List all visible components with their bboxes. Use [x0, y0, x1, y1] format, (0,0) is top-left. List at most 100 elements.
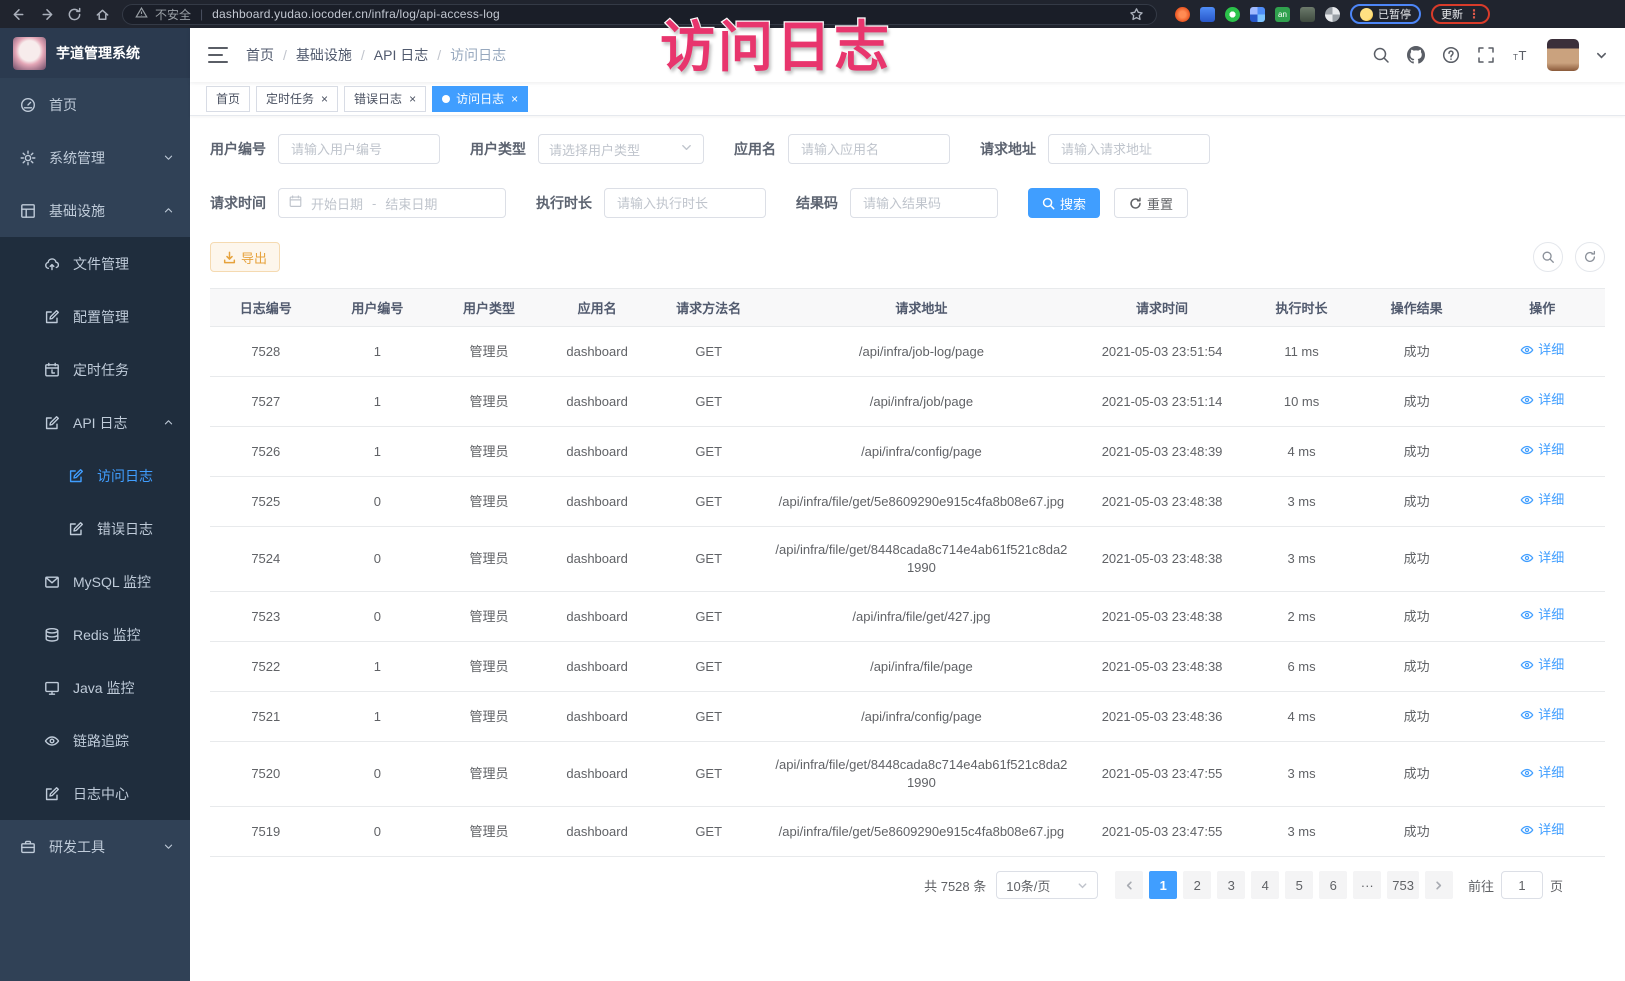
sidebar-item-链路追踪[interactable]: 链路追踪: [0, 714, 190, 767]
filter-label: 应用名: [734, 139, 776, 159]
sidebar-item-Java 监控[interactable]: Java 监控: [0, 661, 190, 714]
cell-user_type: 管理员: [433, 642, 545, 692]
profile-paused-badge[interactable]: 已暂停: [1350, 4, 1421, 24]
sidebar-item-访问日志[interactable]: 访问日志: [0, 449, 190, 502]
sidebar-item-MySQL 监控[interactable]: MySQL 监控: [0, 555, 190, 608]
sidebar-item-首页[interactable]: 首页: [0, 78, 190, 131]
detail-link[interactable]: 详细: [1520, 764, 1564, 782]
prev-page-button[interactable]: [1115, 871, 1143, 899]
sidebar-item-文件管理[interactable]: 文件管理: [0, 237, 190, 290]
hamburger-icon[interactable]: [208, 47, 228, 63]
page-size-select[interactable]: 10条/页: [996, 871, 1098, 899]
font-size-icon[interactable]: TT: [1512, 46, 1530, 64]
detail-link[interactable]: 详细: [1520, 656, 1564, 674]
page-button-4[interactable]: 4: [1251, 871, 1279, 899]
forward-icon[interactable]: [38, 6, 54, 22]
browser-update-button[interactable]: 更新⋮: [1431, 4, 1490, 24]
cell-user_type: 管理员: [433, 427, 545, 477]
browser-menu-icon[interactable]: ⋮: [1468, 7, 1480, 21]
close-icon[interactable]: ×: [409, 93, 416, 105]
fullscreen-icon[interactable]: [1477, 46, 1495, 64]
filter-row-2: 请求时间 开始日期 - 结束日期 执行时长 结果码: [210, 188, 1605, 218]
detail-link[interactable]: 详细: [1520, 491, 1564, 509]
sidebar-logo[interactable]: 芋道管理系统: [0, 28, 190, 78]
detail-link[interactable]: 详细: [1520, 821, 1564, 839]
sidebar-item-系统管理[interactable]: 系统管理: [0, 131, 190, 184]
chevron-down-icon[interactable]: [1596, 50, 1607, 61]
page-button-1[interactable]: 1: [1149, 871, 1177, 899]
sidebar-item-基础设施[interactable]: 基础设施: [0, 184, 190, 237]
tag-定时任务[interactable]: 定时任务 ×: [256, 86, 338, 112]
app-name-input[interactable]: [788, 134, 950, 164]
more-pages-icon[interactable]: ···: [1353, 871, 1381, 899]
reset-button[interactable]: 重置: [1114, 188, 1188, 218]
detail-link[interactable]: 详细: [1520, 441, 1564, 459]
detail-link[interactable]: 详细: [1520, 706, 1564, 724]
access-log-table: 日志编号用户编号用户类型应用名请求方法名请求地址请求时间执行时长操作结果操作 7…: [210, 288, 1605, 857]
back-icon[interactable]: [10, 6, 26, 22]
sidebar-item-错误日志[interactable]: 错误日志: [0, 502, 190, 555]
user-avatar[interactable]: [1547, 39, 1579, 71]
page-button-753[interactable]: 753: [1387, 871, 1419, 899]
breadcrumb-item[interactable]: 首页: [246, 45, 274, 65]
detail-link[interactable]: 详细: [1520, 606, 1564, 624]
reload-icon[interactable]: [66, 6, 82, 22]
sidebar-item-Redis 监控[interactable]: Redis 监控: [0, 608, 190, 661]
sidebar-item-API 日志[interactable]: API 日志: [0, 396, 190, 449]
user-type-select[interactable]: 请选择用户类型: [538, 134, 704, 164]
extension-icon[interactable]: [1200, 7, 1215, 22]
page-button-2[interactable]: 2: [1183, 871, 1211, 899]
page-button-5[interactable]: 5: [1285, 871, 1313, 899]
next-page-button[interactable]: [1425, 871, 1453, 899]
extension-icon[interactable]: [1250, 7, 1265, 22]
sidebar-item-配置管理[interactable]: 配置管理: [0, 290, 190, 343]
detail-link[interactable]: 详细: [1520, 341, 1564, 359]
cell-user_id: 0: [322, 742, 434, 807]
sidebar-item-定时任务[interactable]: 定时任务: [0, 343, 190, 396]
refresh-icon[interactable]: [1575, 242, 1605, 272]
tag-访问日志[interactable]: 访问日志×: [432, 86, 528, 112]
cell-user_type: 管理员: [433, 377, 545, 427]
home-icon[interactable]: [94, 6, 110, 22]
tag-label: 定时任务: [266, 90, 314, 107]
search-icon[interactable]: [1372, 46, 1390, 64]
toggle-search-icon[interactable]: [1533, 242, 1563, 272]
mysql-icon: [44, 574, 60, 590]
extension-icon[interactable]: [1175, 7, 1190, 22]
eye-icon: [1520, 766, 1534, 780]
translate-extension-icon[interactable]: an: [1275, 7, 1290, 22]
extension-icon[interactable]: [1300, 7, 1315, 22]
extension-icon[interactable]: [1325, 7, 1340, 22]
breadcrumb-item[interactable]: 基础设施: [296, 45, 352, 65]
app-title: 芋道管理系统: [56, 43, 140, 63]
tag-错误日志[interactable]: 错误日志×: [344, 86, 426, 112]
export-button[interactable]: 导出: [210, 242, 280, 272]
sidebar-item-日志中心[interactable]: 日志中心: [0, 767, 190, 820]
detail-link[interactable]: 详细: [1520, 549, 1564, 567]
goto-page-input[interactable]: [1501, 871, 1543, 899]
address-bar[interactable]: 不安全 | dashboard.yudao.iocoder.cn/infra/l…: [122, 4, 1157, 25]
extension-icon[interactable]: [1225, 7, 1240, 22]
help-icon[interactable]: [1442, 46, 1460, 64]
github-icon[interactable]: [1407, 46, 1425, 64]
result-code-input[interactable]: [850, 188, 998, 218]
close-icon[interactable]: ×: [321, 93, 328, 105]
tag-首页[interactable]: 首页: [206, 86, 250, 112]
java-icon: [44, 680, 60, 696]
close-icon[interactable]: ×: [511, 93, 518, 105]
request-url-input[interactable]: [1048, 134, 1210, 164]
detail-link[interactable]: 详细: [1520, 391, 1564, 409]
cell-url: /api/infra/config/page: [768, 692, 1075, 742]
breadcrumb-item[interactable]: API 日志: [374, 45, 428, 65]
duration-input[interactable]: [604, 188, 766, 218]
date-range-picker[interactable]: 开始日期 - 结束日期: [278, 188, 506, 218]
cell-result: 成功: [1354, 477, 1480, 527]
sidebar-item-研发工具[interactable]: 研发工具: [0, 820, 190, 873]
cell-url: /api/infra/file/get/5e8609290e915c4fa8b0…: [768, 477, 1075, 527]
user-id-input[interactable]: [278, 134, 440, 164]
page-button-6[interactable]: 6: [1319, 871, 1347, 899]
page-button-3[interactable]: 3: [1217, 871, 1245, 899]
search-button[interactable]: 搜索: [1028, 188, 1100, 218]
bookmark-star-icon[interactable]: [1128, 6, 1144, 22]
cell-result: 成功: [1354, 807, 1480, 857]
